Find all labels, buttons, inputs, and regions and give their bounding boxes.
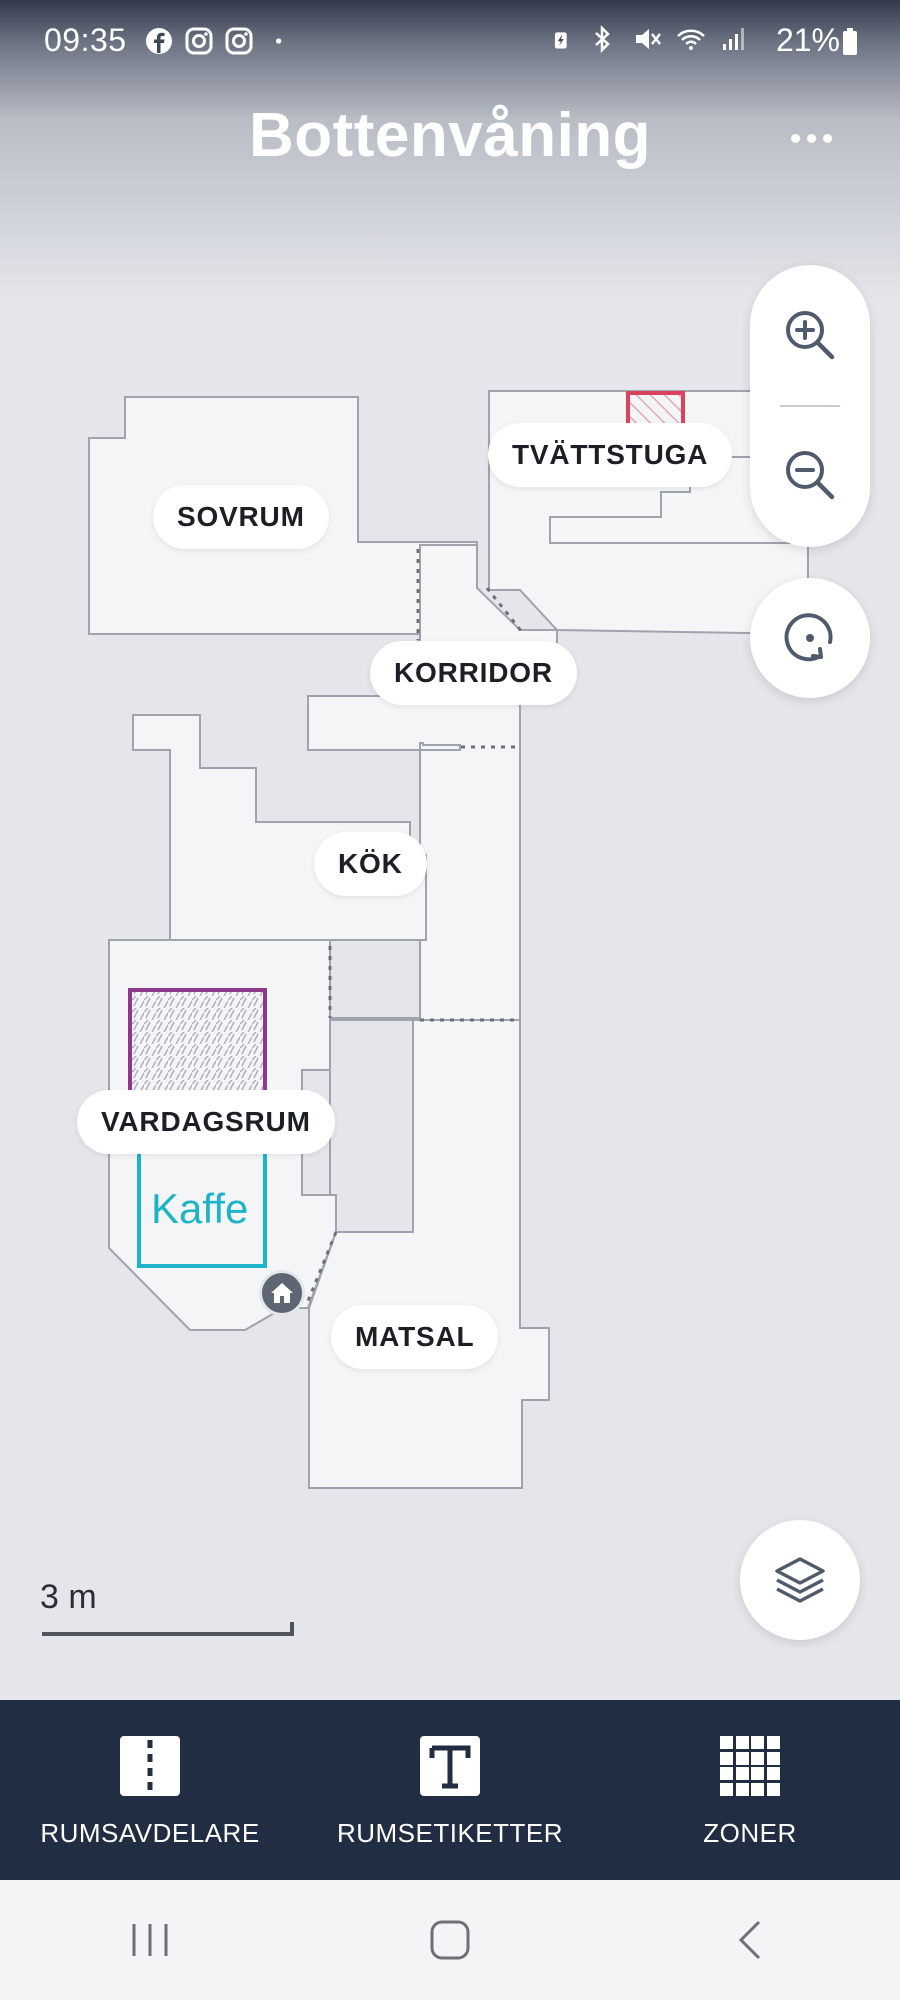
dock-station[interactable] xyxy=(259,1270,305,1316)
status-time: 09:35 xyxy=(44,22,127,58)
tool-room-labels[interactable]: RUMSETIKETTER xyxy=(300,1700,600,1880)
room-label-vardagsrum[interactable]: VARDAGSRUM xyxy=(77,1090,335,1154)
notification-icons xyxy=(144,26,292,56)
back-icon xyxy=(738,1920,761,1960)
room-matsal-area[interactable] xyxy=(308,1019,550,1489)
instagram-icon xyxy=(225,27,253,55)
dot-icon xyxy=(276,38,282,44)
back-button[interactable] xyxy=(690,1900,810,1980)
floor-map[interactable]: SOVRUM TVÄTTSTUGA KORRIDOR KÖK VARDAGSRU… xyxy=(0,0,900,1700)
scale-label: 3 m xyxy=(40,1578,97,1616)
floor-plan[interactable] xyxy=(0,0,900,1700)
room-label-matsal[interactable]: MATSAL xyxy=(331,1305,499,1369)
wifi-icon xyxy=(677,29,705,50)
zoom-out-icon xyxy=(786,451,835,500)
signal-icon xyxy=(723,28,744,50)
tool-zones[interactable]: ZONER xyxy=(600,1700,900,1880)
battery-saver-icon xyxy=(554,32,567,49)
home-button[interactable] xyxy=(390,1900,510,1980)
recent-apps-icon xyxy=(132,1924,168,1956)
system-icons xyxy=(552,24,750,54)
bottom-toolbar: RUMSAVDELARE RUMSETIKETTER ZONER xyxy=(0,1700,900,1880)
more-options-button[interactable] xyxy=(780,118,842,158)
zones-grid-icon xyxy=(720,1736,780,1796)
home-button-icon xyxy=(430,1920,470,1960)
instagram-icon xyxy=(185,27,213,55)
battery-percent: 21% xyxy=(775,22,840,58)
more-horizontal-icon xyxy=(790,133,800,143)
zoom-in-button[interactable] xyxy=(750,275,870,395)
rotate-icon xyxy=(784,613,833,662)
recent-apps-button[interactable] xyxy=(90,1900,210,1980)
room-label-icon xyxy=(420,1736,480,1796)
tool-room-divider[interactable]: RUMSAVDELARE xyxy=(0,1700,300,1880)
rotate-map-button[interactable] xyxy=(750,578,870,698)
map-layers-button[interactable] xyxy=(740,1520,860,1640)
room-label-sovrum[interactable]: SOVRUM xyxy=(153,485,329,549)
scale-bar xyxy=(42,1622,294,1636)
zoom-divider xyxy=(780,405,840,407)
zoom-in-icon xyxy=(786,311,835,360)
room-label-tvattstuga[interactable]: TVÄTTSTUGA xyxy=(488,423,733,487)
zone-label-kaffe[interactable]: Kaffe xyxy=(151,1185,248,1233)
tool-room-labels-label: RUMSETIKETTER xyxy=(336,1818,564,1848)
bluetooth-icon xyxy=(595,24,610,54)
battery-icon xyxy=(843,28,857,55)
tool-room-divider-label: RUMSAVDELARE xyxy=(40,1818,260,1848)
room-divider-icon xyxy=(120,1736,180,1796)
room-label-kok[interactable]: KÖK xyxy=(314,832,427,896)
more-horizontal-icon xyxy=(806,133,816,143)
page-title: Bottenvåning xyxy=(248,101,652,170)
system-navigation-bar xyxy=(0,1880,900,2000)
home-icon xyxy=(271,1283,293,1303)
zoom-out-button[interactable] xyxy=(750,415,870,535)
zoom-controls xyxy=(750,265,870,547)
mute-icon xyxy=(636,29,661,49)
status-bar: 09:35 21% xyxy=(0,0,900,84)
layers-icon xyxy=(775,1557,825,1603)
tool-zones-label: ZONER xyxy=(703,1818,797,1848)
room-label-korridor[interactable]: KORRIDOR xyxy=(370,641,577,705)
facebook-icon xyxy=(146,28,172,54)
more-horizontal-icon xyxy=(822,133,832,143)
